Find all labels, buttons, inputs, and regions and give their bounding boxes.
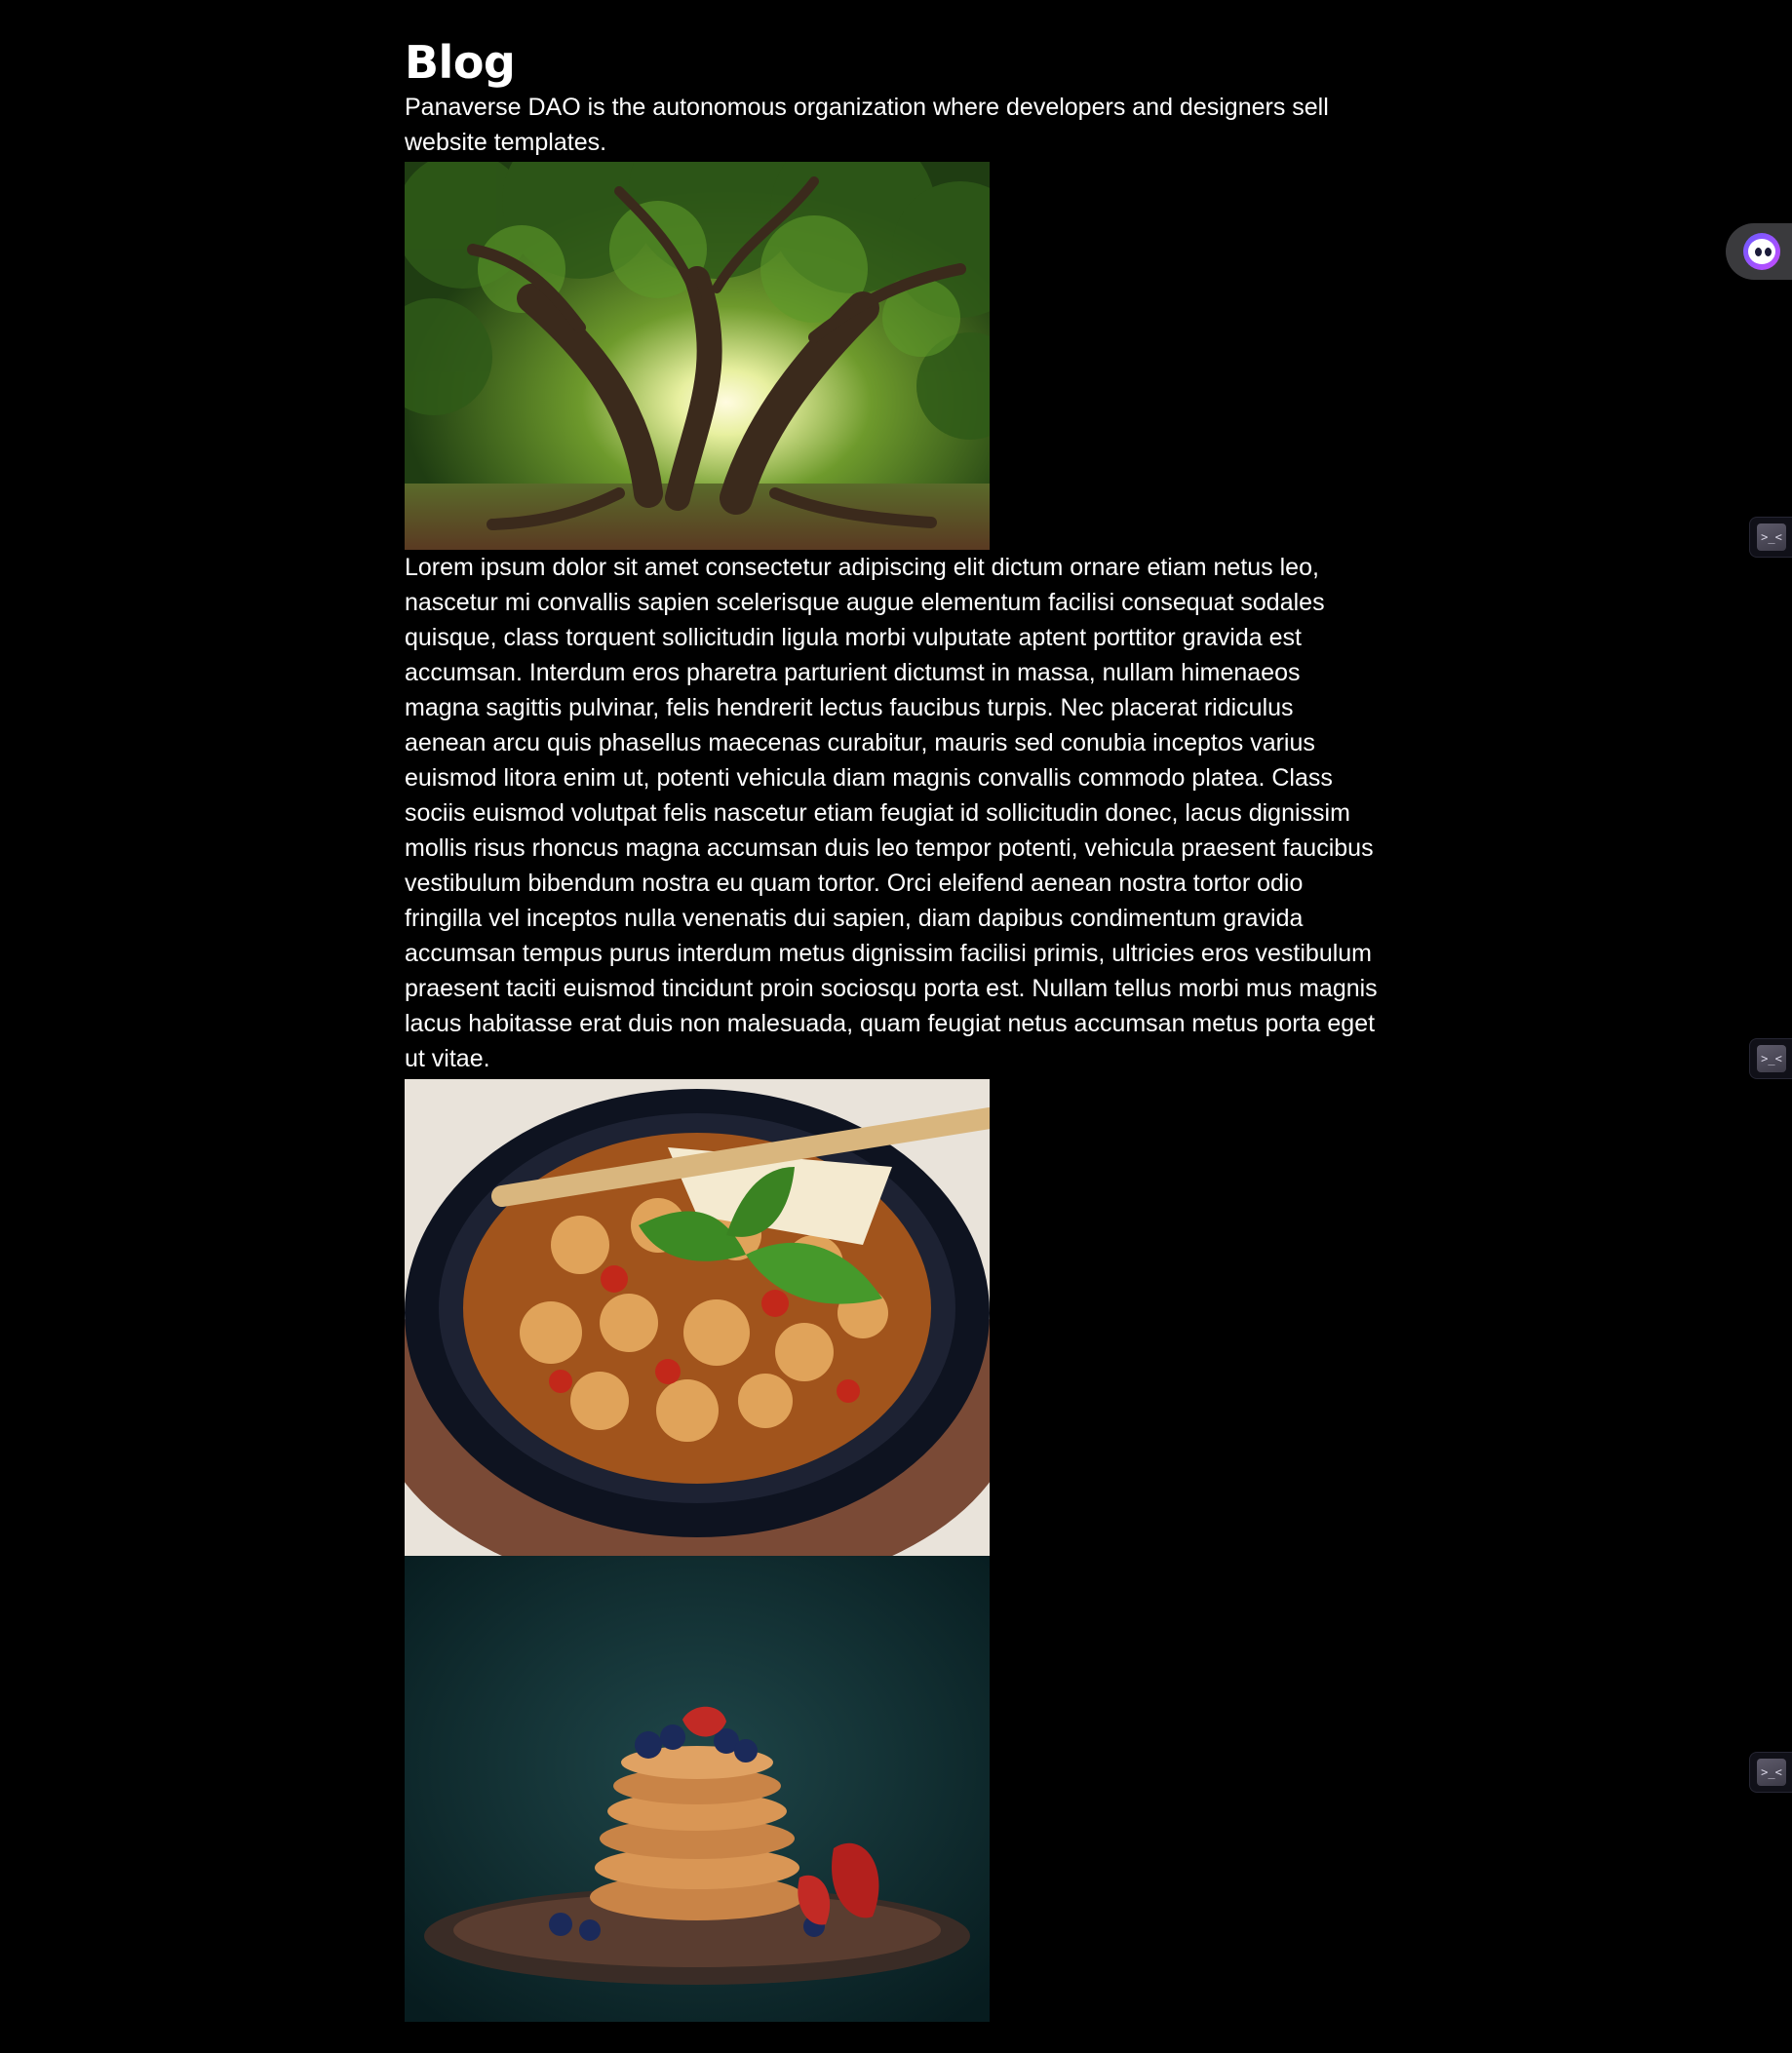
blog-content: Blog Panaverse DAO is the autonomous org… <box>405 35 1380 2022</box>
article-body: Lorem ipsum dolor sit amet consectetur a… <box>405 554 1378 1072</box>
terminal-icon: >_< <box>1757 523 1786 551</box>
terminal-icon: >_< <box>1757 1045 1786 1072</box>
tree-image <box>405 162 990 550</box>
pancakes-image <box>405 1556 990 2022</box>
assistant-extension-button[interactable] <box>1726 223 1792 280</box>
assistant-face-icon <box>1743 233 1780 270</box>
terminal-extension-button[interactable]: >_< <box>1749 1752 1792 1793</box>
terminal-extension-button[interactable]: >_< <box>1749 517 1792 558</box>
food-bowl-image <box>405 1079 990 1556</box>
terminal-icon: >_< <box>1757 1759 1786 1786</box>
terminal-extension-button[interactable]: >_< <box>1749 1038 1792 1079</box>
intro-paragraph: Panaverse DAO is the autonomous organiza… <box>405 94 1329 156</box>
page-title: Blog <box>405 36 516 89</box>
